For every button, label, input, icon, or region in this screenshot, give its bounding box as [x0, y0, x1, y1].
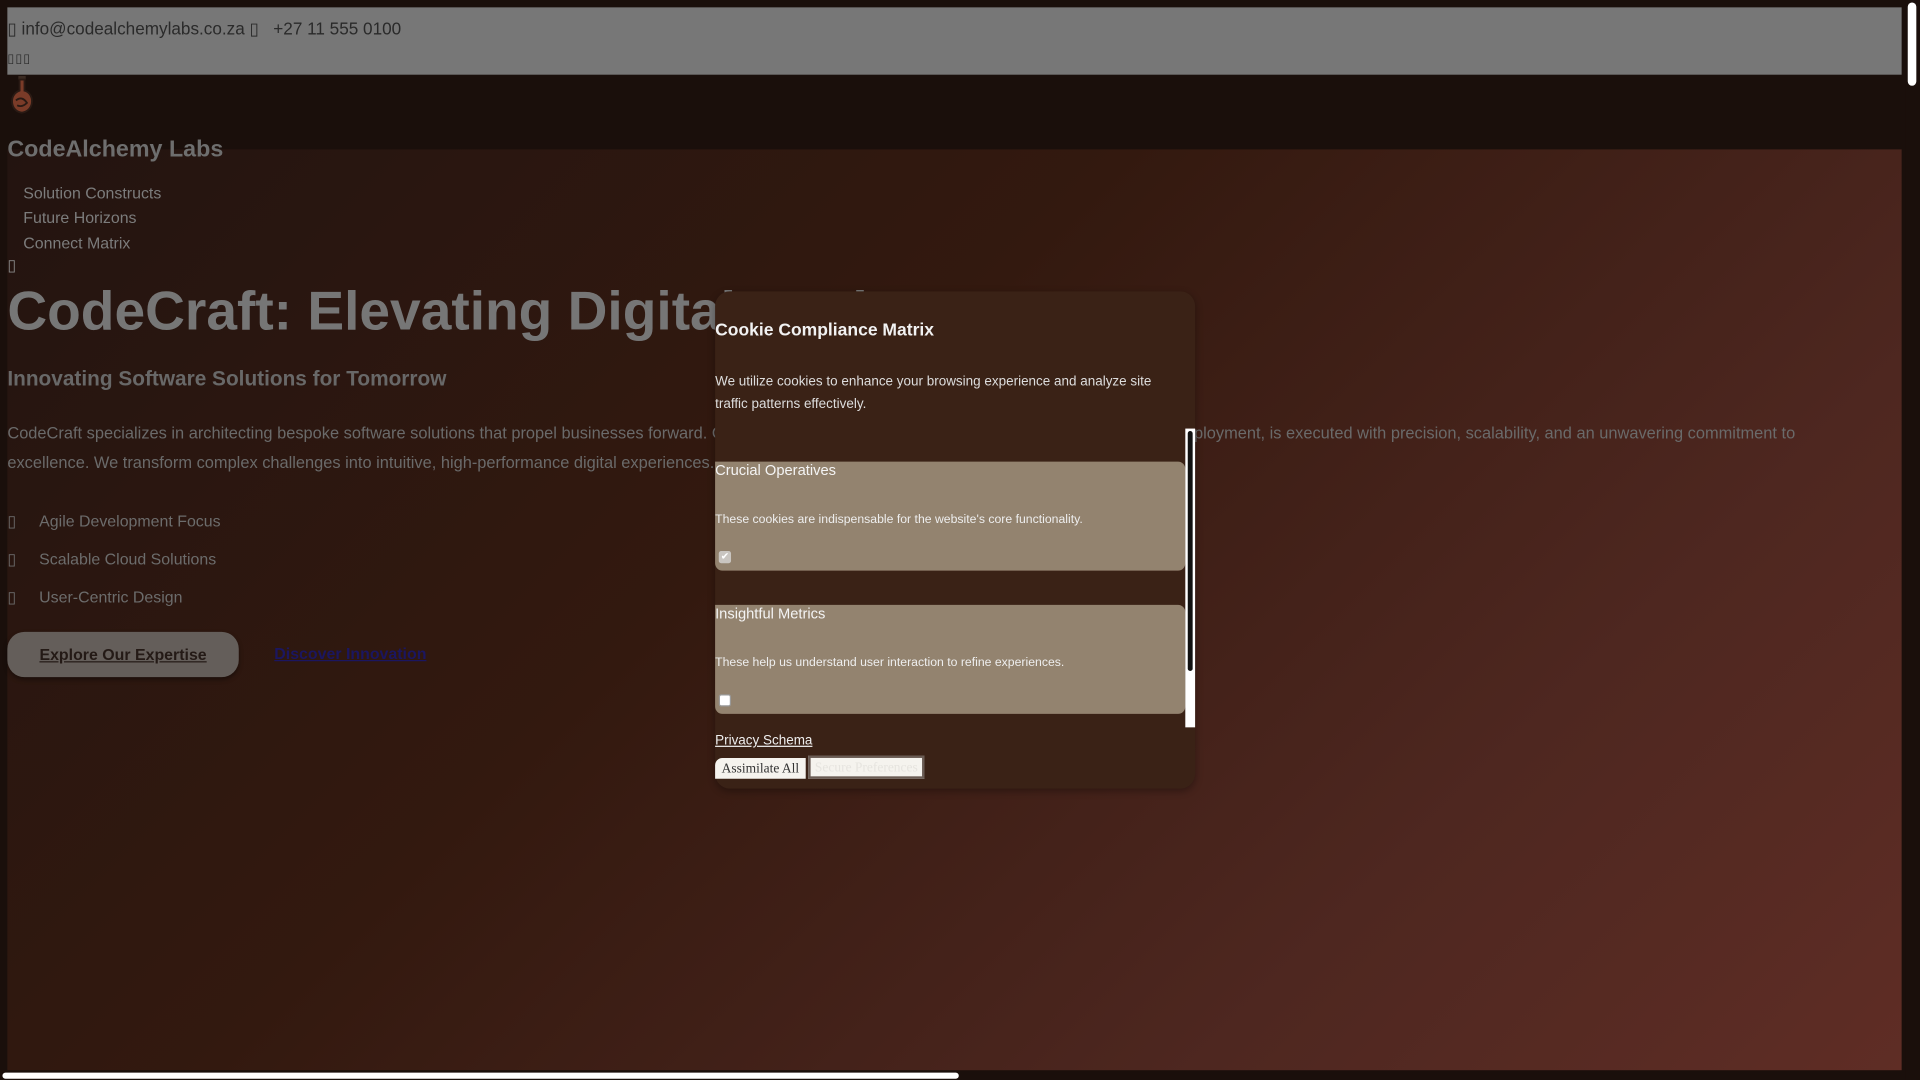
linkedin-icon[interactable]: ▯ — [23, 53, 31, 66]
email-icon: ▯ — [7, 18, 22, 38]
nav-item-future-horizons[interactable]: Future Horizons — [23, 208, 136, 226]
check-icon: ▯ — [7, 587, 17, 607]
nav-item-solution-constructs[interactable]: Solution Constructs — [23, 184, 161, 202]
accept-all-button[interactable]: Assimilate All — [715, 757, 806, 779]
logo[interactable] — [7, 75, 36, 115]
page-vertical-scrollbar[interactable] — [1905, 0, 1920, 1080]
feature-item: ▯ User-Centric Design — [7, 587, 183, 607]
cookie-dialog-title: Cookie Compliance Matrix — [715, 320, 934, 341]
contact-bar: ▯ info@codealchemylabs.co.za ▯ +27 11 55… — [7, 7, 1902, 75]
nav-item-connect-matrix[interactable]: Connect Matrix — [23, 234, 130, 252]
save-preferences-button[interactable]: Secure Preferences — [808, 755, 925, 779]
check-icon: ▯ — [7, 549, 17, 569]
cookie-dialog-scrollbar[interactable] — [1185, 428, 1196, 728]
discover-innovation-link[interactable]: Discover Innovation — [274, 644, 426, 662]
social-links: ▯▯▯ — [7, 53, 31, 66]
check-icon: ▯ — [7, 511, 17, 531]
explore-expertise-button[interactable]: Explore Our Expertise — [7, 631, 239, 678]
feature-item: ▯ Scalable Cloud Solutions — [7, 549, 217, 569]
essential-checkbox[interactable]: ✔ — [718, 551, 732, 564]
page: ▯ info@codealchemylabs.co.za ▯ +27 11 55… — [0, 0, 1920, 1080]
facebook-icon[interactable]: ▯ — [7, 53, 15, 66]
hero-subtitle: Innovating Software Solutions for Tomorr… — [7, 367, 447, 391]
phone-link[interactable]: +27 11 555 0100 — [273, 18, 401, 38]
brand-name[interactable]: CodeAlchemy Labs — [7, 137, 223, 164]
menu-toggle-icon[interactable]: ▯ — [7, 256, 16, 276]
privacy-policy-link[interactable]: Privacy Schema — [715, 733, 812, 748]
cookie-category-analytics: Insightful Metrics These help us underst… — [715, 604, 1186, 714]
page-horizontal-scrollbar[interactable] — [0, 1070, 1905, 1080]
cookie-category-essential: Crucial Operatives These cookies are ind… — [715, 461, 1186, 571]
scrollbar-thumb[interactable] — [1907, 2, 1917, 86]
scrollbar-thumb[interactable] — [1187, 431, 1193, 672]
scrollbar-thumb[interactable] — [2, 1072, 959, 1079]
analytics-checkbox[interactable] — [718, 694, 732, 707]
cookie-consent-dialog: Cookie Compliance Matrix We utilize cook… — [715, 291, 1196, 789]
feature-item: ▯ Agile Development Focus — [7, 511, 221, 531]
email-link[interactable]: info@codealchemylabs.co.za — [22, 18, 245, 38]
twitter-icon[interactable]: ▯ — [15, 53, 23, 66]
cookie-dialog-description: We utilize cookies to enhance your brows… — [715, 374, 1152, 412]
phone-icon: ▯ — [249, 18, 269, 38]
